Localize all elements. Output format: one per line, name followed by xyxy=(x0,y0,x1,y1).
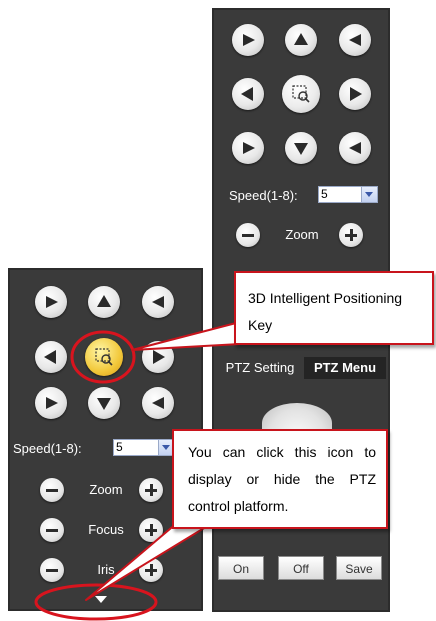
save-button[interactable]: Save xyxy=(336,556,382,580)
zoom-in-button[interactable] xyxy=(339,223,363,247)
pan-left-button[interactable] xyxy=(35,341,67,373)
callout-toggle-panel: You can click this icon to display or hi… xyxy=(172,429,388,529)
pan-right-button[interactable] xyxy=(339,78,371,110)
speed-select[interactable]: 5 xyxy=(113,439,175,456)
off-button[interactable]: Off xyxy=(278,556,324,580)
speed-value: 5 xyxy=(321,187,328,201)
callout-toggle-panel-text: You can click this icon to display or hi… xyxy=(188,444,376,514)
pan-upleft-button[interactable] xyxy=(232,24,264,56)
speed-label: Speed(1-8): xyxy=(229,188,298,203)
pan-left-button[interactable] xyxy=(232,78,264,110)
pan-downright-button[interactable] xyxy=(142,387,174,419)
zoom-in-button[interactable] xyxy=(139,478,163,502)
downleft-arrow-icon xyxy=(243,142,255,154)
zoom-out-button[interactable] xyxy=(40,478,64,502)
left-arrow-icon xyxy=(241,87,253,101)
caret-down-icon xyxy=(95,596,107,603)
iris-close-button[interactable] xyxy=(40,558,64,582)
pan-upright-button[interactable] xyxy=(142,286,174,318)
upleft-arrow-icon xyxy=(46,296,58,308)
upright-arrow-icon xyxy=(152,296,164,308)
tab-ptz-setting[interactable]: PTZ Setting xyxy=(218,357,302,379)
focus-label: Focus xyxy=(88,522,124,537)
speed-value: 5 xyxy=(116,440,123,454)
downleft-arrow-icon xyxy=(46,397,58,409)
right-arrow-icon xyxy=(153,350,165,364)
pan-downleft-button[interactable] xyxy=(232,132,264,164)
zoom-label: Zoom xyxy=(89,482,123,497)
down-arrow-icon xyxy=(294,143,308,155)
zoom-out-button[interactable] xyxy=(236,223,260,247)
left-arrow-icon xyxy=(44,350,56,364)
down-arrow-icon xyxy=(97,398,111,410)
3d-positioning-button[interactable] xyxy=(85,338,123,376)
chevron-down-icon xyxy=(361,187,377,202)
speed-label: Speed(1-8): xyxy=(13,441,82,456)
on-button[interactable]: On xyxy=(218,556,264,580)
callout-3d-positioning: 3D Intelligent Positioning Key xyxy=(234,271,434,345)
zoom-label: Zoom xyxy=(285,227,319,242)
focus-near-button[interactable] xyxy=(40,518,64,542)
pan-up-button[interactable] xyxy=(285,24,317,56)
3d-positioning-button[interactable] xyxy=(282,75,320,113)
right-arrow-icon xyxy=(350,87,362,101)
downright-arrow-icon xyxy=(349,142,361,154)
focus-far-button[interactable] xyxy=(139,518,163,542)
tab-ptz-menu[interactable]: PTZ Menu xyxy=(304,357,386,379)
downright-arrow-icon xyxy=(152,397,164,409)
pan-downright-button[interactable] xyxy=(339,132,371,164)
iris-open-button[interactable] xyxy=(139,558,163,582)
pan-downleft-button[interactable] xyxy=(35,387,67,419)
3d-positioning-icon xyxy=(95,348,113,366)
up-arrow-icon xyxy=(97,295,111,307)
pan-up-button[interactable] xyxy=(88,286,120,318)
pan-down-button[interactable] xyxy=(88,387,120,419)
up-arrow-icon xyxy=(294,33,308,45)
pan-upleft-button[interactable] xyxy=(35,286,67,318)
3d-positioning-icon xyxy=(292,85,310,103)
upleft-arrow-icon xyxy=(243,34,255,46)
upright-arrow-icon xyxy=(349,34,361,46)
pan-upright-button[interactable] xyxy=(339,24,371,56)
speed-select[interactable]: 5 xyxy=(318,186,378,203)
callout-3d-positioning-text: 3D Intelligent Positioning Key xyxy=(248,290,403,333)
toggle-ptz-panel-button[interactable] xyxy=(86,590,116,608)
pan-right-button[interactable] xyxy=(142,341,174,373)
pan-down-button[interactable] xyxy=(285,132,317,164)
iris-label: Iris xyxy=(97,562,115,577)
